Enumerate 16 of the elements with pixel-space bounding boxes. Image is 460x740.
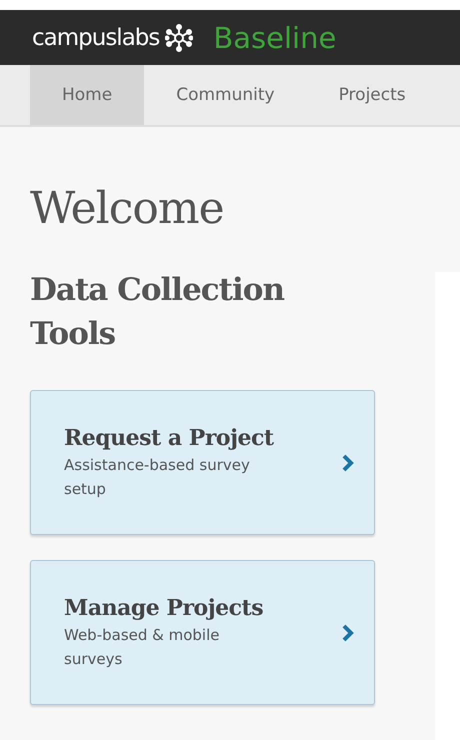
tool-card[interactable]: Request a Project Assistance-based survey setup xyxy=(30,390,375,535)
chevron-right-icon xyxy=(342,454,354,472)
card-title: Manage Projects xyxy=(64,594,264,620)
card-description: Assistance-based survey setup xyxy=(64,454,251,500)
section-heading: Data Collection Tools xyxy=(30,271,286,354)
nav-tab[interactable]: Projects xyxy=(306,65,438,125)
product-name: Baseline xyxy=(213,20,336,54)
card-description: Web-based & mobile surveys xyxy=(64,624,221,670)
chevron-right-icon xyxy=(342,624,354,642)
card-title: Request a Project xyxy=(64,424,275,450)
nav-tab[interactable]: Home xyxy=(30,65,144,125)
page-title: Welcome xyxy=(30,183,225,234)
nav-tab[interactable]: Community xyxy=(144,65,307,125)
brand-logo-text: campuslabs xyxy=(32,24,160,50)
tool-card[interactable]: Manage Projects Web-based & mobile surveys xyxy=(30,560,375,705)
network-icon xyxy=(165,24,194,52)
